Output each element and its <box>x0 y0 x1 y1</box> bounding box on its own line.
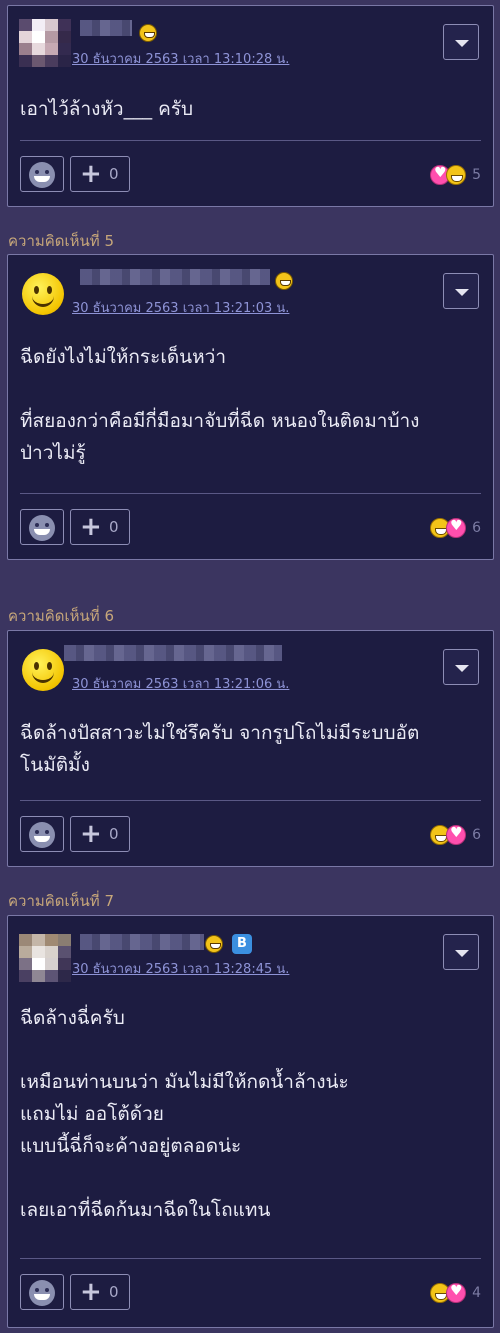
vote-count: 0 <box>109 1283 119 1301</box>
comment-number-label: ความคิดเห็นที่ 6 <box>8 607 115 625</box>
comment-menu-button[interactable] <box>443 273 479 309</box>
comment-line: ฉีดล้างปัสสาวะไม่ใช่รึครับ จากรูปโถไม่มี… <box>20 722 420 744</box>
comment-line: เหมือนท่านบนว่า มันไม่มีให้กดน้ำล้างน่ะ <box>20 1071 349 1093</box>
reaction-count: 6 <box>472 520 481 536</box>
member-badge-icon <box>205 935 223 953</box>
reaction-summary[interactable]: 4 <box>430 1281 481 1305</box>
reaction-summary[interactable]: 6 <box>430 823 481 847</box>
chevron-down-icon <box>455 289 469 296</box>
member-badge-icon <box>275 272 293 290</box>
vote-plus-button[interactable]: + 0 <box>70 816 130 852</box>
reaction-summary[interactable]: 6 <box>430 516 481 540</box>
member-badge-icon <box>139 24 157 42</box>
heart-reaction-icon <box>446 825 467 845</box>
comment-line: เอาไว้ล้างหัว___ ครับ <box>20 98 194 120</box>
reaction-summary[interactable]: 5 <box>430 163 481 187</box>
divider <box>20 1258 481 1259</box>
plus-icon: + <box>80 819 102 849</box>
avatar[interactable] <box>19 934 71 982</box>
emotion-button[interactable] <box>20 1274 64 1310</box>
smiley-icon <box>29 162 55 188</box>
comment-body: ฉีดล้างฉี่ครับ เหมือนท่านบนว่า มันไม่มีใ… <box>20 1002 477 1226</box>
comment-line: ฉีดยังไงไม่ให้กระเด็นหว่า <box>20 346 227 368</box>
smiley-icon <box>29 822 55 848</box>
comment-menu-button[interactable] <box>443 24 479 60</box>
chevron-down-icon <box>455 665 469 672</box>
comment-line <box>20 1034 477 1066</box>
chevron-down-icon <box>455 40 469 47</box>
comment-card: 30 ธันวาคม 2563 เวลา 13:21:03 น. ฉีดยังไ… <box>7 254 494 560</box>
plus-icon: + <box>80 1277 102 1307</box>
comment-card: 30 ธันวาคม 2563 เวลา 13:21:06 น. ฉีดล้าง… <box>7 630 494 867</box>
vote-plus-button[interactable]: + 0 <box>70 156 130 192</box>
b-badge-icon: B <box>232 934 252 954</box>
heart-reaction-icon <box>446 1283 467 1303</box>
username-blurred[interactable] <box>64 645 282 661</box>
comment-body: เอาไว้ล้างหัว___ ครับ <box>20 93 477 125</box>
smiley-icon <box>29 515 55 541</box>
vote-plus-button[interactable]: + 0 <box>70 1274 130 1310</box>
comment-menu-button[interactable] <box>443 649 479 685</box>
laugh-reaction-icon <box>446 165 467 185</box>
plus-icon: + <box>80 512 102 542</box>
emotion-button[interactable] <box>20 156 64 192</box>
emotion-button[interactable] <box>20 509 64 545</box>
comment-card: B 30 ธันวาคม 2563 เวลา 13:28:45 น. ฉีดล้… <box>7 915 494 1328</box>
username-blurred[interactable] <box>80 20 132 36</box>
emotion-button[interactable] <box>20 816 64 852</box>
comment-number-label: ความคิดเห็นที่ 5 <box>8 232 115 250</box>
vote-count: 0 <box>109 825 119 843</box>
smiley-icon <box>29 1280 55 1306</box>
vote-plus-button[interactable]: + 0 <box>70 509 130 545</box>
comment-line: แถมไม่ ออโต้ด้วย <box>20 1103 164 1125</box>
comment-line: ป่าวไม่รู้ <box>20 442 86 464</box>
divider <box>20 800 481 801</box>
reaction-count: 4 <box>472 1285 481 1301</box>
comment-card: 30 ธันวาคม 2563 เวลา 13:10:28 น. เอาไว้ล… <box>7 5 494 207</box>
chevron-down-icon <box>455 950 469 957</box>
divider <box>20 140 481 141</box>
avatar[interactable] <box>22 273 64 315</box>
timestamp[interactable]: 30 ธันวาคม 2563 เวลา 13:10:28 น. <box>72 48 289 69</box>
comment-line <box>20 1162 477 1194</box>
comment-line: ที่สยองกว่าคือมีกี่มือมาจับที่ฉีด หนองใน… <box>20 410 420 432</box>
username-blurred[interactable] <box>80 934 204 950</box>
comment-line: โนมัติมั้ง <box>20 754 90 776</box>
comment-line <box>20 373 477 405</box>
timestamp[interactable]: 30 ธันวาคม 2563 เวลา 13:21:06 น. <box>72 673 289 694</box>
avatar[interactable] <box>19 19 71 67</box>
comment-line: ฉีดล้างฉี่ครับ <box>20 1007 125 1029</box>
heart-reaction-icon <box>446 518 467 538</box>
comment-body: ฉีดยังไงไม่ให้กระเด็นหว่า ที่สยองกว่าคือ… <box>20 341 477 469</box>
avatar[interactable] <box>22 649 64 691</box>
comment-menu-button[interactable] <box>443 934 479 970</box>
comment-line: แบบนี้ฉี่ก็จะค้างอยู่ตลอดน่ะ <box>20 1135 242 1157</box>
vote-count: 0 <box>109 518 119 536</box>
comment-thread: 30 ธันวาคม 2563 เวลา 13:10:28 น. เอาไว้ล… <box>0 0 500 1333</box>
reaction-count: 5 <box>472 167 481 183</box>
username-blurred[interactable] <box>80 269 270 285</box>
plus-icon: + <box>80 159 102 189</box>
comment-line: เลยเอาที่ฉีดก้นมาฉีดในโถแทน <box>20 1199 271 1221</box>
vote-count: 0 <box>109 165 119 183</box>
comment-number-label: ความคิดเห็นที่ 7 <box>8 892 115 910</box>
comment-body: ฉีดล้างปัสสาวะไม่ใช่รึครับ จากรูปโถไม่มี… <box>20 717 477 781</box>
timestamp[interactable]: 30 ธันวาคม 2563 เวลา 13:28:45 น. <box>72 958 289 979</box>
divider <box>20 493 481 494</box>
reaction-count: 6 <box>472 827 481 843</box>
timestamp[interactable]: 30 ธันวาคม 2563 เวลา 13:21:03 น. <box>72 297 289 318</box>
